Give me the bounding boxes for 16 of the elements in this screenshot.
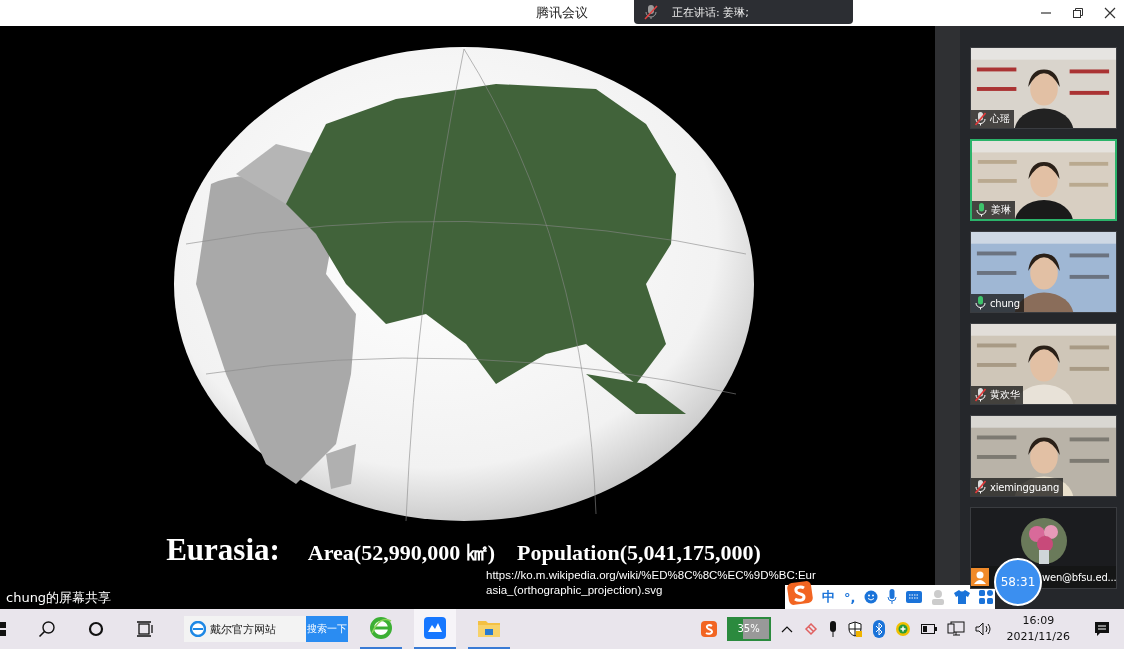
source-url: asia_(orthographic_projection).svg	[486, 583, 663, 598]
speaker-text: 正在讲话: 姜琳;	[672, 4, 749, 20]
area-text: Area(52,990,000 ㎢)	[307, 539, 495, 567]
slide-title: Eurasia:	[166, 532, 280, 568]
clock-date: 2021/11/26	[1006, 629, 1070, 645]
participant-name: chung	[990, 297, 1020, 309]
participant-name: wen@bfsu.ed...	[1042, 571, 1116, 583]
population-text: Population(5,041,175,000)	[517, 540, 761, 566]
clock-time: 16:09	[1022, 613, 1055, 629]
participant-name: 黄欢华	[990, 388, 1020, 402]
source-url: https://ko.m.wikipedia.org/wiki/%ED%8C%8C%EC%9D%BC:Eur	[486, 568, 816, 583]
window-title: 腾讯会议	[536, 4, 588, 22]
participant-name: xiemingguang	[990, 481, 1060, 493]
participant-name: 姜琳	[991, 203, 1011, 217]
share-caption: chung的屏幕共享	[6, 589, 112, 607]
participant-name: 心瑶	[990, 112, 1010, 126]
